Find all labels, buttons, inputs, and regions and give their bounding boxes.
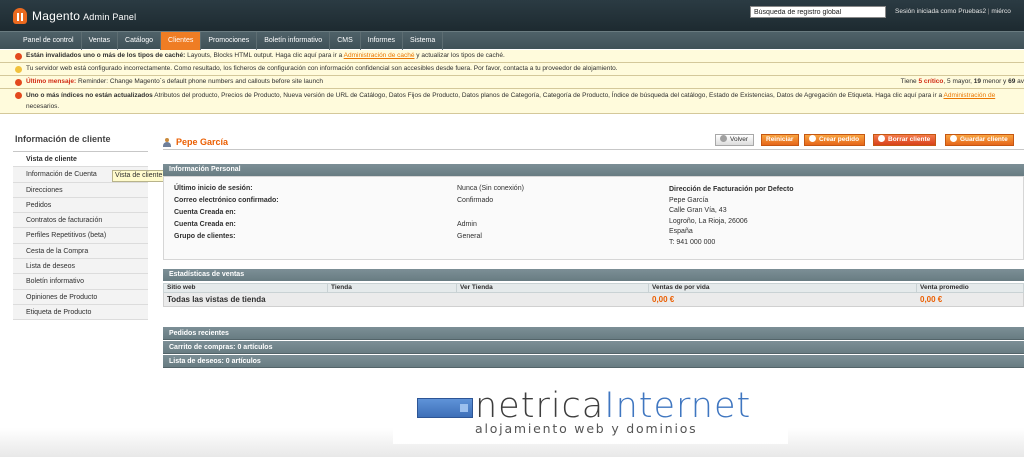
magento-logo-icon bbox=[13, 8, 27, 24]
delete-icon bbox=[878, 135, 885, 142]
sidebar-item-shopping-cart[interactable]: Cesta de la Compra bbox=[13, 243, 148, 260]
email-confirmed-label: Correo electrónico confirmado: bbox=[174, 197, 279, 204]
sales-stats-header: Estadísticas de ventas bbox=[163, 269, 1024, 281]
index-message: Uno o más índices no están actualizados … bbox=[0, 89, 1024, 114]
sidebar-item-addresses[interactable]: Direcciones bbox=[13, 182, 148, 198]
sidebar-item-product-reviews[interactable]: Opiniones de Producto bbox=[13, 289, 148, 305]
shopping-cart-header[interactable]: Carrito de compras: 0 artículos bbox=[163, 341, 1024, 354]
column-header-store-view: Ver Tienda bbox=[457, 284, 649, 292]
sidebar-item-billing-agreements[interactable]: Contratos de facturación bbox=[13, 213, 148, 229]
table-row: Todas las vistas de tienda 0,00 € 0,00 € bbox=[163, 293, 1024, 307]
sidebar-item-orders[interactable]: Pedidos bbox=[13, 197, 148, 214]
sidebar-title: Información de cliente bbox=[13, 134, 148, 152]
column-header-store: Tienda bbox=[328, 284, 457, 292]
nav-reports[interactable]: Informes bbox=[361, 32, 403, 50]
index-admin-link[interactable]: Administración de bbox=[944, 92, 996, 99]
sales-stats-table: Sitio web Tienda Ver Tienda Ventas de po… bbox=[163, 283, 1024, 307]
create-order-button[interactable]: Crear pedido bbox=[804, 134, 866, 146]
session-info: Sesión iniciada como Pruebas2 | miérco bbox=[895, 8, 1011, 15]
address-line: Pepe García bbox=[669, 196, 709, 204]
customer-icon bbox=[163, 137, 172, 147]
reset-button[interactable]: Reiniciar bbox=[761, 134, 800, 146]
watermark-title: netricaInternet bbox=[475, 386, 752, 426]
account-created-label: Cuenta Creada en: bbox=[174, 209, 236, 216]
magento-logo[interactable]: Magento Admin Panel bbox=[13, 8, 136, 24]
wishlist-header[interactable]: Lista de deseos: 0 artículos bbox=[163, 355, 1024, 368]
nav-system[interactable]: Sistema bbox=[403, 32, 444, 50]
delete-customer-button[interactable]: Borrar cliente bbox=[873, 134, 937, 146]
server-config-message: Tu servidor web está configurado incorre… bbox=[0, 63, 1024, 76]
personal-info-panel: Último inicio de sesión: Correo electrón… bbox=[163, 176, 1024, 260]
cache-message: Están invalidados uno o más de los tipos… bbox=[0, 50, 1024, 63]
watermark-subtitle: alojamiento web y dominios bbox=[475, 421, 698, 436]
main-nav: Panel de control Ventas Catálogo Cliente… bbox=[0, 31, 1024, 50]
notification-counts[interactable]: Tiene 5 crítico, 5 mayor, 19 menor y 69 … bbox=[896, 76, 1024, 88]
column-header-average-sale: Venta promedio bbox=[920, 284, 969, 291]
sidebar-item-customer-view[interactable]: Vista de cliente bbox=[13, 152, 148, 168]
tooltip: Vista de cliente bbox=[112, 170, 166, 182]
cache-admin-link[interactable]: Administración de caché bbox=[344, 52, 415, 59]
admin-header: MagentoAdmin Panel Sesión iniciada como … bbox=[0, 0, 1024, 31]
customer-group-value: General bbox=[457, 233, 482, 240]
system-messages: Están invalidados uno o más de los tipos… bbox=[0, 50, 1024, 114]
customer-sidebar: Información de cliente Vista de cliente … bbox=[13, 134, 148, 321]
sidebar-item-newsletter[interactable]: Boletín informativo bbox=[13, 274, 148, 290]
title-divider bbox=[163, 149, 1024, 150]
lightbulb-icon bbox=[15, 66, 22, 73]
address-line: Logroño, La Rioja, 26006 bbox=[669, 217, 748, 225]
last-message: Último mensaje: Reminder: Change Magento… bbox=[0, 76, 1024, 89]
all-store-views-cell: Todas las vistas de tienda bbox=[167, 295, 266, 304]
nav-promotions[interactable]: Promociones bbox=[201, 32, 258, 50]
account-created-in-value: Admin bbox=[457, 221, 477, 228]
account-created-in-label: Cuenta Creada en: bbox=[174, 221, 236, 228]
plus-icon bbox=[809, 135, 816, 142]
address-line: España bbox=[669, 228, 693, 235]
last-login-value: Nunca (Sin conexión) bbox=[457, 185, 524, 192]
nav-dashboard[interactable]: Panel de control bbox=[16, 32, 82, 50]
check-icon bbox=[950, 135, 957, 142]
customer-group-label: Grupo de clientes: bbox=[174, 233, 236, 240]
sidebar-item-wishlist[interactable]: Lista de deseos bbox=[13, 259, 148, 275]
recent-orders-header[interactable]: Pedidos recientes bbox=[163, 327, 1024, 340]
address-title: Dirección de Facturación por Defecto bbox=[669, 186, 794, 193]
nav-sales[interactable]: Ventas bbox=[82, 32, 119, 50]
nav-customers[interactable]: Clientes bbox=[161, 32, 202, 50]
average-sale-value: 0,00 € bbox=[920, 295, 943, 304]
back-arrow-icon bbox=[720, 135, 727, 142]
address-line: T: 941 000 000 bbox=[669, 238, 716, 246]
nav-catalog[interactable]: Catálogo bbox=[118, 32, 162, 50]
back-button[interactable]: Volver bbox=[715, 134, 755, 146]
email-confirmed-value: Confirmado bbox=[457, 197, 494, 204]
sidebar-item-product-tags[interactable]: Etiqueta de Producto bbox=[13, 304, 148, 321]
personal-info-header: Información Personal bbox=[163, 164, 1024, 176]
nav-cms[interactable]: CMS bbox=[330, 32, 361, 50]
netrica-watermark: netricaInternet alojamiento web y domini… bbox=[393, 386, 788, 444]
nav-newsletter[interactable]: Boletín informativo bbox=[257, 32, 331, 50]
sidebar-item-recurring-profiles[interactable]: Perfiles Repetitivos (beta) bbox=[13, 228, 148, 244]
page-title: Pepe García bbox=[163, 137, 228, 147]
save-customer-button[interactable]: Guardar cliente bbox=[945, 134, 1014, 146]
global-search-input[interactable] bbox=[750, 6, 886, 18]
brand-subtitle: Admin Panel bbox=[83, 12, 137, 22]
error-icon bbox=[15, 92, 22, 99]
error-icon bbox=[15, 79, 22, 86]
column-header-lifetime-sales: Ventas de por vida bbox=[649, 284, 917, 292]
brand-name: Magento bbox=[32, 9, 81, 23]
column-header-website: Sitio web bbox=[164, 284, 328, 292]
error-icon bbox=[15, 53, 22, 60]
default-billing-address: Dirección de Facturación por Defecto Pep… bbox=[669, 185, 793, 248]
address-line: Calle Gran Vía, 43 bbox=[669, 207, 727, 214]
table-header: Sitio web Tienda Ver Tienda Ventas de po… bbox=[163, 283, 1024, 293]
last-login-label: Último inicio de sesión: bbox=[174, 185, 253, 192]
lifetime-sales-value: 0,00 € bbox=[652, 295, 675, 304]
netrica-logo-icon bbox=[417, 398, 473, 418]
